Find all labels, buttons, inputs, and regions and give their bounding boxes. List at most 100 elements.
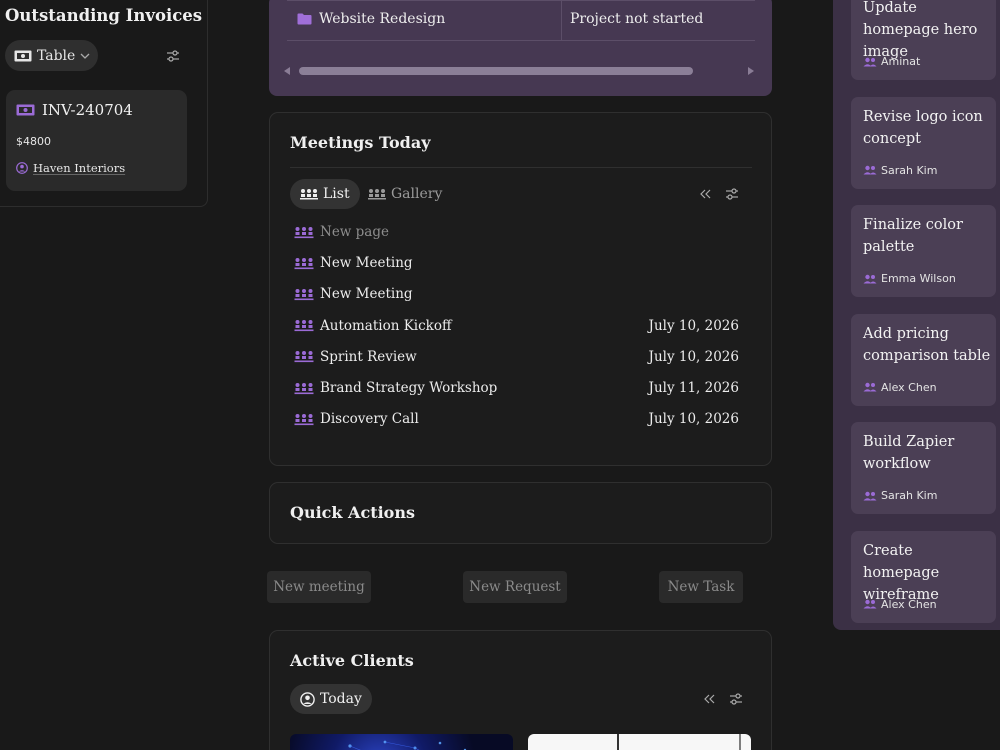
people-icon <box>863 382 877 392</box>
task-card[interactable]: Update homepage hero image Aminat <box>851 0 996 80</box>
list-item[interactable]: Brand Strategy Workshop July 11, 2026 <box>294 378 739 398</box>
meeting-people-icon <box>294 382 314 395</box>
new-request-button[interactable]: New Request <box>463 571 567 603</box>
scroll-left-arrow-icon[interactable] <box>284 67 290 75</box>
invoice-card[interactable]: INV-240704 $4800 Haven Interiors <box>6 90 187 191</box>
list-item[interactable]: New page <box>294 222 739 242</box>
person-circle-icon <box>300 691 315 707</box>
outstanding-invoices-title: Outstanding Invoices <box>5 6 203 25</box>
meeting-people-icon <box>368 188 386 200</box>
invoice-icon <box>16 104 35 116</box>
filter-settings-icon[interactable] <box>164 47 182 65</box>
scroll-right-arrow-icon[interactable] <box>748 67 754 75</box>
table-view-label: Table <box>37 47 76 64</box>
new-meeting-button[interactable]: New meeting <box>267 571 371 603</box>
list-item[interactable]: Automation Kickoff July 10, 2026 <box>294 316 739 336</box>
list-item[interactable]: Discovery Call July 10, 2026 <box>294 409 739 429</box>
table-view-dropdown[interactable]: Table <box>5 40 98 71</box>
task-assignee-name: Aminat <box>881 55 921 68</box>
task-assignee-name: Alex Chen <box>881 380 937 394</box>
invoice-client[interactable]: Haven Interiors <box>16 161 125 175</box>
meeting-date: July 10, 2026 <box>648 411 739 428</box>
collapse-double-chevron-icon[interactable] <box>696 185 714 203</box>
task-assignee-name: Alex Chen <box>881 597 937 611</box>
project-name-cell: Website Redesign <box>297 11 445 27</box>
today-view-tab[interactable]: Today <box>290 684 372 714</box>
project-status: Project not started <box>570 11 704 27</box>
task-assignee[interactable]: Sarah Kim <box>863 164 937 177</box>
tab-gallery[interactable]: Gallery <box>358 179 452 209</box>
task-assignee-name: Emma Wilson <box>881 272 956 285</box>
task-assignee-name: Sarah Kim <box>881 163 938 177</box>
people-icon <box>863 599 877 609</box>
meeting-name: Automation Kickoff <box>320 317 452 334</box>
meeting-people-icon <box>294 288 314 301</box>
meeting-name: New Meeting <box>320 255 413 272</box>
folder-icon <box>297 13 312 25</box>
meeting-people-icon <box>300 188 318 200</box>
project-name: Website Redesign <box>319 11 446 27</box>
meetings-today-panel: Meetings Today List Gallery New page New … <box>269 112 772 466</box>
task-card[interactable]: Revise logo icon concept Sarah Kim <box>851 96 996 189</box>
invoice-number: INV-240704 <box>42 101 133 119</box>
tab-gallery-label: Gallery <box>391 186 443 202</box>
invoice-amount: $4800 <box>16 135 51 148</box>
people-icon <box>863 165 877 175</box>
meeting-people-icon <box>294 319 314 332</box>
people-icon <box>863 491 877 501</box>
column-divider <box>561 1 562 41</box>
task-card[interactable]: Finalize color palette Emma Wilson <box>851 205 996 297</box>
task-assignee-name: Sarah Kim <box>881 489 938 502</box>
tasks-board-column: Update homepage hero image Aminat Revise l… <box>833 0 1000 630</box>
task-assignee[interactable]: Emma Wilson <box>863 272 956 285</box>
active-clients-panel: Active Clients Today <box>269 630 772 750</box>
meeting-people-icon <box>294 350 314 363</box>
meeting-people-icon <box>294 413 314 426</box>
chevron-down-icon <box>80 53 90 59</box>
table-row[interactable]: Website Redesign Project not started <box>287 0 755 41</box>
task-card[interactable]: Add pricing comparison table Alex Chen <box>851 313 996 406</box>
tab-list-label: List <box>323 186 350 202</box>
list-item[interactable]: New Meeting <box>294 284 739 304</box>
meeting-name: Brand Strategy Workshop <box>320 380 498 396</box>
task-card[interactable]: Create homepage wireframe Alex Chen <box>851 530 996 623</box>
task-assignee[interactable]: Sarah Kim <box>863 489 937 502</box>
active-clients-title: Active Clients <box>290 651 414 670</box>
task-title: Revise logo icon concept <box>863 108 983 147</box>
filter-settings-icon[interactable] <box>727 690 745 708</box>
filter-settings-icon[interactable] <box>723 185 741 203</box>
meeting-date: July 10, 2026 <box>648 317 739 334</box>
list-item[interactable]: Sprint Review July 10, 2026 <box>294 347 739 367</box>
quick-actions-panel: Quick Actions <box>269 482 772 544</box>
new-task-button[interactable]: New Task <box>659 571 743 603</box>
table-icon <box>14 50 32 62</box>
divider <box>290 167 752 168</box>
invoice-title: INV-240704 <box>16 101 133 119</box>
people-icon <box>863 57 877 67</box>
quick-actions-title: Quick Actions <box>290 503 415 522</box>
collapse-double-chevron-icon[interactable] <box>700 690 718 708</box>
invoice-client-name: Haven Interiors <box>33 161 126 175</box>
client-cover-image[interactable] <box>290 734 513 750</box>
meeting-name: New Meeting <box>320 286 413 303</box>
client-cover-image[interactable] <box>528 734 751 750</box>
list-item[interactable]: New Meeting <box>294 253 739 273</box>
task-title: Create homepage wireframe <box>863 542 940 603</box>
task-assignee[interactable]: Alex Chen <box>863 598 937 611</box>
task-title: Finalize color palette <box>863 217 963 255</box>
horizontal-scrollbar[interactable] <box>299 67 693 75</box>
task-title: Build Zapier workflow <box>863 434 955 472</box>
person-circle-icon <box>16 162 28 174</box>
task-card[interactable]: Build Zapier workflow Sarah Kim <box>851 422 996 514</box>
task-assignee[interactable]: Alex Chen <box>863 381 937 394</box>
task-assignee[interactable]: Aminat <box>863 55 920 68</box>
projects-table: Website Redesign Project not started <box>269 0 772 96</box>
meeting-name: Discovery Call <box>320 411 419 428</box>
task-title: Add pricing comparison table <box>863 325 991 364</box>
people-icon <box>863 274 877 284</box>
meeting-name: New page <box>320 224 389 240</box>
today-view-label: Today <box>320 691 362 707</box>
tab-list[interactable]: List <box>290 179 360 209</box>
meeting-date: July 10, 2026 <box>648 348 739 365</box>
meeting-people-icon <box>294 226 314 239</box>
